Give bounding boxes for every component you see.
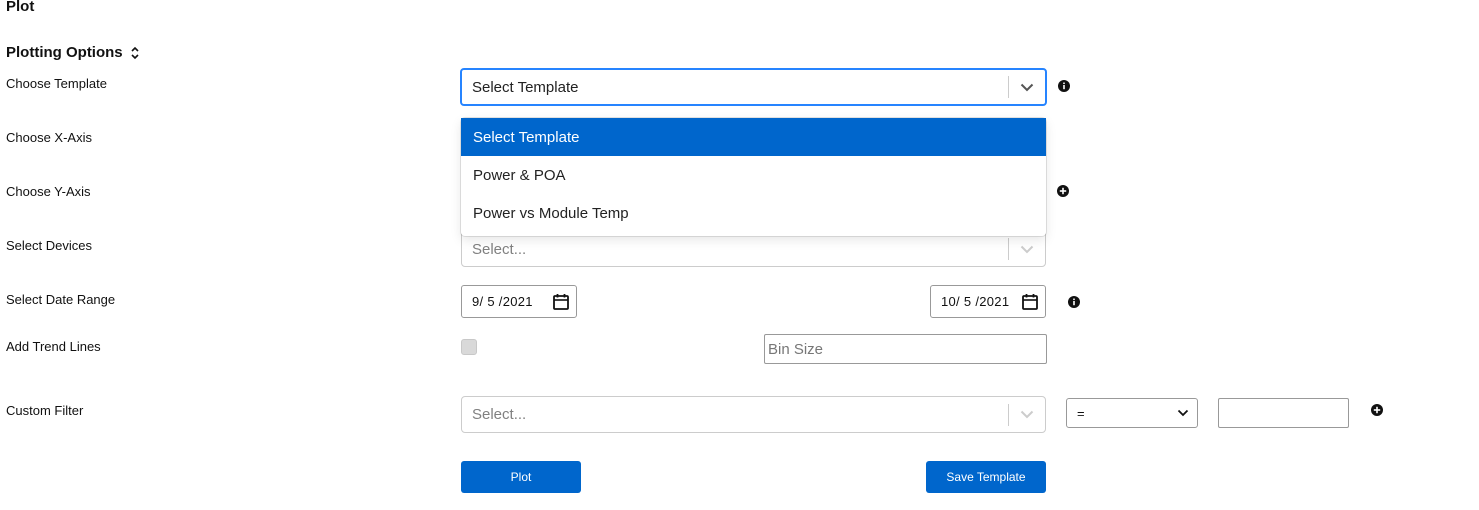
end-date-value: 10/ 5 /2021	[941, 294, 1010, 309]
end-date-input[interactable]: 10/ 5 /2021	[930, 285, 1046, 318]
start-date-input[interactable]: 9/ 5 /2021	[461, 285, 577, 318]
custom-filter-dropdown-toggle[interactable]	[1009, 397, 1045, 432]
start-date-value: 9/ 5 /2021	[472, 294, 533, 309]
add-trend-lines-label: Add Trend Lines	[6, 339, 101, 354]
custom-filter-label: Custom Filter	[6, 403, 84, 418]
select-date-range-label: Select Date Range	[6, 292, 116, 307]
add-filter-icon[interactable]	[1371, 404, 1383, 416]
info-icon[interactable]	[1058, 80, 1070, 92]
custom-filter-placeholder: Select...	[472, 406, 527, 423]
devices-select-placeholder: Select...	[472, 240, 527, 258]
save-template-button[interactable]: Save Template	[926, 461, 1046, 493]
date-info-icon[interactable]	[1068, 296, 1080, 308]
template-select-value: Select Template	[472, 78, 579, 96]
select-devices-label: Select Devices	[6, 238, 92, 253]
template-dropdown-menu: Select Template Power & POA Power vs Mod…	[461, 118, 1046, 236]
plotting-options-title: Plotting Options	[6, 44, 123, 61]
chevron-down-icon	[1020, 83, 1034, 91]
custom-filter-field-select[interactable]: Select...	[461, 396, 1046, 433]
template-option-1[interactable]: Power & POA	[461, 156, 1046, 194]
page-title: Plot	[6, 0, 35, 15]
template-option-2[interactable]: Power vs Module Temp	[461, 194, 1046, 232]
chevron-down-icon	[1020, 410, 1034, 419]
bin-size-input[interactable]	[764, 334, 1047, 364]
template-dropdown-toggle[interactable]	[1009, 70, 1045, 104]
chevron-down-icon	[1020, 245, 1034, 253]
choose-x-axis-label: Choose X-Axis	[6, 130, 92, 145]
plotting-options-header[interactable]: Plotting Options	[6, 44, 140, 61]
template-select[interactable]: Select Template	[460, 68, 1047, 106]
devices-select[interactable]: Select...	[461, 231, 1046, 267]
operator-value: =	[1077, 405, 1085, 421]
plot-button[interactable]: Plot	[461, 461, 581, 493]
calendar-icon[interactable]	[1021, 293, 1039, 311]
custom-filter-operator-select[interactable]: =	[1066, 398, 1198, 428]
calendar-icon[interactable]	[552, 293, 570, 311]
choose-template-label: Choose Template	[6, 76, 107, 91]
template-option-0[interactable]: Select Template	[461, 118, 1046, 156]
chevron-down-icon	[1177, 409, 1189, 417]
collapse-arrows-icon[interactable]	[130, 46, 140, 60]
devices-dropdown-toggle[interactable]	[1009, 232, 1045, 266]
add-y-axis-icon[interactable]	[1057, 185, 1069, 197]
custom-filter-value-input[interactable]	[1218, 398, 1349, 428]
trend-lines-checkbox[interactable]	[461, 339, 477, 355]
choose-y-axis-label: Choose Y-Axis	[6, 184, 91, 199]
